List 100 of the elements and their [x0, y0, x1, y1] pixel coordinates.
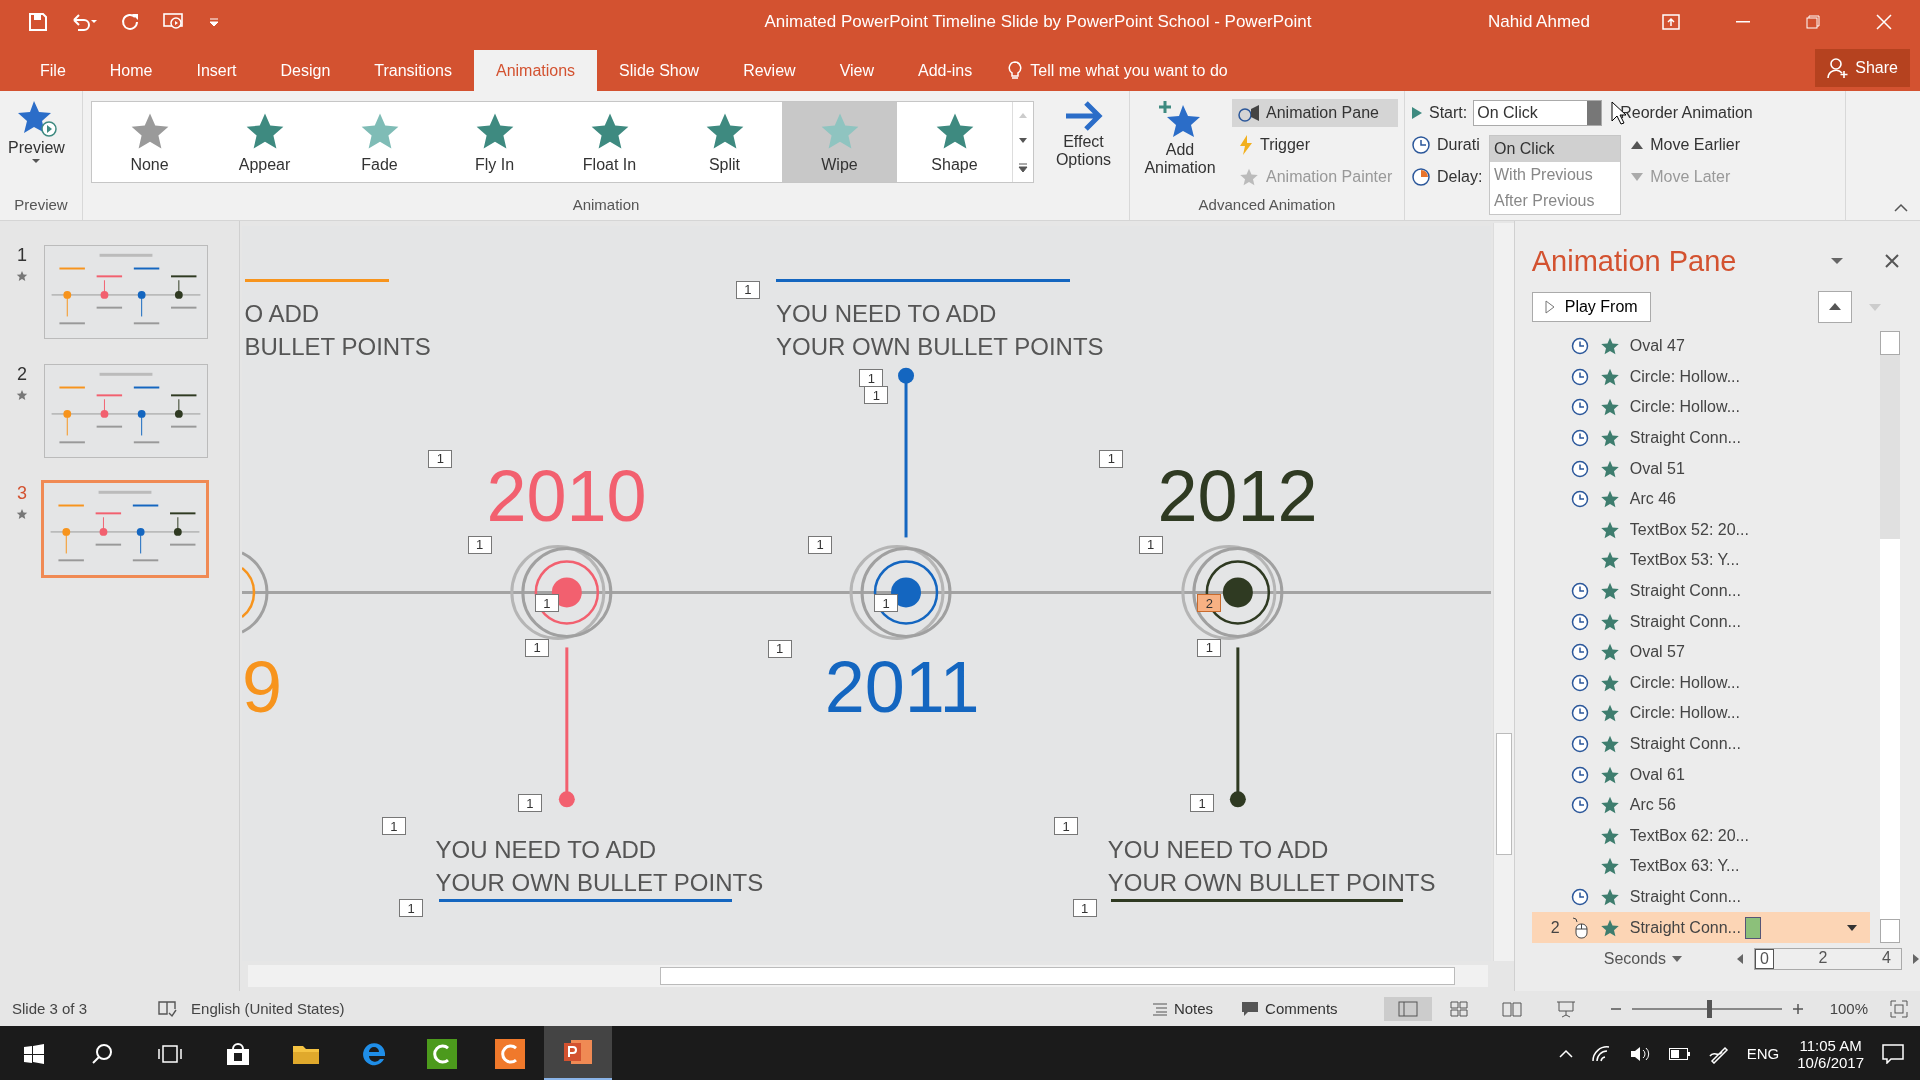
animation-tag[interactable]: 1 [1190, 794, 1215, 813]
zoom-level[interactable]: 100% [1829, 1000, 1868, 1017]
redo-icon[interactable] [120, 12, 140, 32]
ribbon-options-icon[interactable] [1662, 14, 1680, 30]
animation-option[interactable]: Shape [897, 102, 1012, 182]
animation-tag[interactable]: 1 [428, 449, 453, 468]
wifi-icon[interactable] [1590, 1044, 1611, 1063]
animation-item[interactable]: Circle: Hollow... [1531, 392, 1870, 423]
tell-me-field[interactable]: Tell me what you want to do [1030, 61, 1228, 80]
dropdown-option[interactable]: After Previous [1490, 188, 1620, 214]
vertical-scrollbar[interactable] [1492, 223, 1514, 961]
preview-button[interactable]: Preview [4, 99, 69, 165]
animation-tag[interactable]: 1 [1054, 817, 1079, 836]
play-from-button[interactable]: Play From [1531, 292, 1651, 322]
scroll-down-icon[interactable] [1018, 137, 1028, 145]
animation-item[interactable]: Straight Conn... [1531, 881, 1870, 913]
ribbon-tab[interactable]: Animations [473, 50, 598, 91]
animation-item[interactable]: Oval 57 [1531, 636, 1870, 668]
ribbon-tab[interactable]: Add-ins [896, 50, 995, 91]
animation-item[interactable]: Straight Conn... [1531, 606, 1870, 637]
notes-button[interactable]: Notes [1145, 994, 1220, 1023]
animation-tag[interactable]: 1 [381, 817, 406, 836]
save-icon[interactable] [28, 12, 48, 32]
animation-tag[interactable]: 1 [1197, 638, 1222, 657]
animation-item[interactable]: Circle: Hollow... [1531, 698, 1870, 729]
zoom-slider[interactable] [1631, 999, 1782, 1018]
animation-tag[interactable]: 1 [399, 899, 424, 918]
animation-option[interactable]: Fly In [437, 102, 552, 182]
animation-tag[interactable]: 1 [517, 794, 542, 813]
move-up-icon[interactable] [1818, 291, 1852, 323]
animation-option[interactable]: Appear [207, 102, 322, 182]
advanced-button[interactable]: Trigger [1232, 131, 1399, 159]
animation-item[interactable]: Straight Conn... [1531, 575, 1870, 607]
share-button[interactable]: Share [1815, 49, 1910, 87]
caret-icon[interactable] [1846, 923, 1858, 932]
horizontal-scrollbar[interactable] [247, 965, 1488, 987]
animation-item[interactable]: Straight Conn... [1531, 728, 1870, 760]
zoom-in-icon[interactable] [1791, 1002, 1804, 1015]
right-arrow-icon[interactable] [1912, 952, 1920, 965]
slide-thumbnail[interactable] [41, 480, 209, 578]
restore-icon[interactable] [1806, 15, 1820, 29]
ribbon-tab[interactable]: Design [258, 50, 353, 91]
dropdown-option[interactable]: On Click [1490, 136, 1620, 162]
grid-view-icon[interactable] [1449, 1000, 1468, 1017]
ribbon-tab[interactable]: Insert [174, 50, 259, 91]
more-icon[interactable] [1018, 163, 1028, 173]
notification-icon[interactable] [1882, 1043, 1904, 1064]
animation-item[interactable]: Straight Conn... [1531, 422, 1870, 454]
animation-item[interactable]: Arc 56 [1531, 789, 1870, 821]
animation-item[interactable]: Arc 46 [1531, 483, 1870, 515]
animation-tag[interactable]: 1 [735, 280, 760, 299]
book-icon[interactable] [1501, 1000, 1522, 1017]
animation-item[interactable]: Circle: Hollow... [1531, 361, 1870, 393]
animation-tag[interactable]: 1 [808, 535, 833, 554]
effect-options-button[interactable]: Effect Options [1042, 99, 1125, 169]
close-icon[interactable] [1884, 253, 1900, 269]
animation-tag[interactable]: 1 [534, 594, 559, 613]
comments-button[interactable]: Comments [1235, 994, 1344, 1023]
animation-item[interactable]: Circle: Hollow... [1531, 667, 1870, 699]
animation-item[interactable]: TextBox 63: Y... [1531, 851, 1870, 882]
slide-thumbnail[interactable] [44, 245, 208, 339]
language-indicator[interactable]: ENG [1746, 1045, 1780, 1062]
animation-item[interactable]: TextBox 53: Y... [1531, 545, 1870, 576]
animation-option[interactable]: Float In [552, 102, 667, 182]
ribbon-tab[interactable]: Slide Show [597, 50, 722, 91]
presentation-icon[interactable] [1555, 999, 1576, 1018]
animation-tag[interactable]: 1 [859, 369, 884, 388]
animation-option[interactable]: Wipe [782, 102, 897, 182]
add-animation-button[interactable]: Add Animation [1134, 99, 1226, 177]
animation-tag[interactable]: 1 [767, 639, 792, 658]
ribbon-tab[interactable]: File [18, 50, 88, 91]
undo-icon[interactable] [70, 12, 98, 32]
spellcheck-icon[interactable] [157, 999, 178, 1018]
animation-tag[interactable]: 1 [1099, 449, 1124, 468]
vertical-scrollbar[interactable] [1880, 331, 1900, 943]
collapse-icon[interactable] [1894, 203, 1908, 212]
ribbon-tab[interactable]: View [817, 50, 896, 91]
advanced-button[interactable]: Animation Pane [1232, 99, 1399, 127]
customize-icon[interactable] [208, 16, 220, 28]
ribbon-tab[interactable]: Transitions [352, 50, 474, 91]
animation-option[interactable]: Fade [322, 102, 437, 182]
clock[interactable]: 11:05 AM 10/6/2017 [1797, 1036, 1864, 1071]
animation-item[interactable]: 2 Straight Conn... [1531, 912, 1870, 943]
language-label[interactable]: English (United States) [191, 1000, 345, 1017]
fit-slide-icon[interactable] [1890, 999, 1908, 1018]
slide-thumbnail[interactable] [44, 364, 208, 458]
animation-option[interactable]: None [92, 102, 207, 182]
animation-tag[interactable]: 1 [525, 638, 550, 657]
animation-tag[interactable]: 2 [1197, 594, 1222, 613]
animation-item[interactable]: TextBox 52: 20... [1531, 514, 1870, 546]
time-unit-dropdown[interactable]: Seconds [1603, 949, 1666, 968]
caret-icon[interactable] [1672, 955, 1682, 962]
start-dropdown[interactable]: On Click [1473, 100, 1603, 126]
user-name[interactable]: Nahid Ahmed [1487, 12, 1590, 32]
animation-item[interactable]: Oval 51 [1531, 453, 1870, 484]
animation-tag[interactable]: 1 [1138, 535, 1163, 554]
dropdown-option[interactable]: With Previous [1490, 162, 1620, 188]
ribbon-tab[interactable]: Home [87, 50, 175, 91]
animation-item[interactable]: Oval 47 [1531, 331, 1870, 362]
animation-tag[interactable]: 1 [467, 535, 492, 554]
